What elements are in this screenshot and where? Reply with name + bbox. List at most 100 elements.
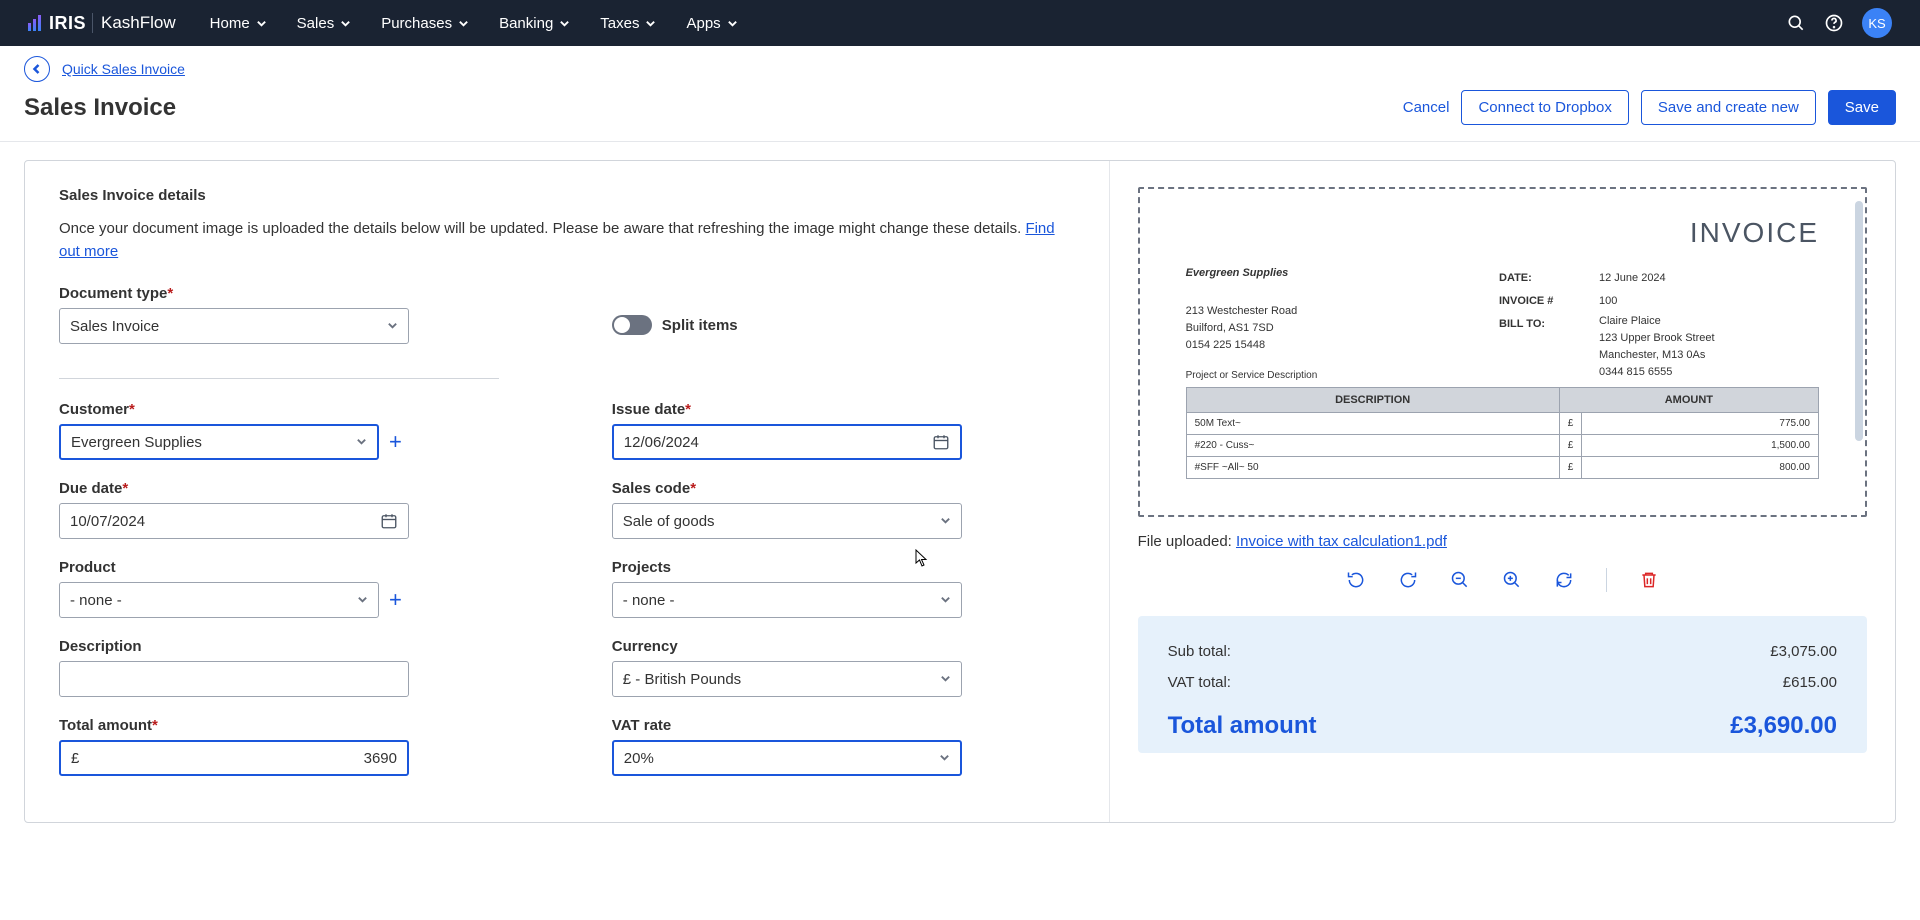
projects-select[interactable]: - none - [612, 582, 962, 618]
chevron-down-icon [256, 18, 267, 29]
doc-type-select[interactable]: Sales Invoice [59, 308, 409, 344]
description-label: Description [59, 638, 522, 655]
page-actions: Cancel Connect to Dropbox Save and creat… [1403, 90, 1896, 125]
invoice-title: INVOICE [1186, 217, 1819, 249]
customer-label: Customer* [59, 401, 522, 418]
totals-box: Sub total: £3,075.00 VAT total: £615.00 To… [1138, 616, 1867, 753]
total-amount-input[interactable]: £ 3690 [59, 740, 409, 776]
nav-items: Home Sales Purchases Banking Taxes Apps [210, 15, 738, 32]
split-items-label: Split items [662, 317, 738, 334]
caret-down-icon [357, 592, 368, 609]
add-customer-button[interactable]: + [389, 429, 402, 455]
subtotal-value: £3,075.00 [1770, 643, 1837, 660]
due-date-label: Due date* [59, 480, 522, 497]
nav-item-sales[interactable]: Sales [297, 15, 352, 32]
zoom-out-icon[interactable] [1450, 570, 1470, 590]
delete-icon[interactable] [1639, 570, 1659, 590]
nav-item-banking[interactable]: Banking [499, 15, 570, 32]
help-text: Once your document image is uploaded the… [59, 218, 1075, 263]
chevron-down-icon [559, 18, 570, 29]
invoice-bill-to: Claire Plaice 123 Upper Brook Street Man… [1599, 313, 1819, 381]
preview-panel: INVOICE Evergreen Supplies 213 Westchest… [1110, 161, 1895, 822]
nav-item-taxes[interactable]: Taxes [600, 15, 656, 32]
scrollbar[interactable] [1855, 201, 1863, 441]
document-preview[interactable]: INVOICE Evergreen Supplies 213 Westchest… [1138, 187, 1867, 517]
customer-select[interactable]: Evergreen Supplies [59, 424, 379, 460]
table-row: #SFF ~All~ 50£800.00 [1186, 457, 1818, 479]
back-button[interactable] [24, 56, 50, 82]
chevron-down-icon [645, 18, 656, 29]
total-amount-label: Total amount* [59, 717, 522, 734]
description-input[interactable] [59, 661, 409, 697]
vat-rate-select[interactable]: 20% [612, 740, 962, 776]
save-create-new-button[interactable]: Save and create new [1641, 90, 1816, 125]
caret-down-icon [940, 513, 951, 530]
bars-icon [28, 15, 41, 31]
preview-toolbar [1138, 568, 1867, 592]
section-title: Sales Invoice details [59, 187, 1075, 204]
breadcrumb: Quick Sales Invoice [24, 56, 1896, 82]
invoice-company: Evergreen Supplies [1186, 267, 1499, 279]
top-nav: IRIS KashFlow Home Sales Purchases Banki… [0, 0, 1920, 46]
total-amount-value: £3,690.00 [1730, 712, 1837, 740]
card: Sales Invoice details Once your document… [24, 160, 1896, 823]
sales-code-select[interactable]: Sale of goods [612, 503, 962, 539]
vat-rate-label: VAT rate [612, 717, 1075, 734]
doc-type-label: Document type* [59, 285, 522, 302]
page-title: Sales Invoice [24, 94, 176, 122]
brand-iris: IRIS [49, 13, 86, 34]
table-row: #220 - Cuss~£1,500.00 [1186, 435, 1818, 457]
projects-label: Projects [612, 559, 1075, 576]
file-uploaded-info: File uploaded: Invoice with tax calculat… [1138, 533, 1867, 550]
add-product-button[interactable]: + [389, 587, 402, 613]
refresh-icon[interactable] [1554, 570, 1574, 590]
issue-date-label: Issue date* [612, 401, 1075, 418]
invoice-doc: INVOICE Evergreen Supplies 213 Westchest… [1140, 189, 1865, 489]
total-amount-label: Total amount [1168, 712, 1317, 740]
chevron-down-icon [340, 18, 351, 29]
main: Sales Invoice details Once your document… [0, 142, 1920, 841]
help-icon[interactable] [1824, 13, 1844, 33]
service-desc-label: Project or Service Description [1186, 370, 1499, 381]
caret-down-icon [939, 750, 950, 767]
currency-select[interactable]: £ - British Pounds [612, 661, 962, 697]
caret-down-icon [356, 434, 367, 451]
sales-code-label: Sales code* [612, 480, 1075, 497]
product-label: Product [59, 559, 522, 576]
issue-date-input[interactable]: 12/06/2024 [612, 424, 962, 460]
product-select[interactable]: - none - [59, 582, 379, 618]
nav-item-home[interactable]: Home [210, 15, 267, 32]
save-button[interactable]: Save [1828, 90, 1896, 125]
brand-logo[interactable]: IRIS KashFlow [28, 13, 176, 34]
rotate-left-icon[interactable] [1346, 570, 1366, 590]
sub-header: Quick Sales Invoice Sales Invoice Cancel… [0, 46, 1920, 142]
invoice-line-items: DESCRIPTIONAMOUNT 50M Text~£775.00 #220 … [1186, 387, 1819, 479]
breadcrumb-link[interactable]: Quick Sales Invoice [62, 61, 185, 77]
subtotal-label: Sub total: [1168, 643, 1231, 660]
brand-kashflow: KashFlow [92, 13, 176, 33]
nav-item-apps[interactable]: Apps [686, 15, 737, 32]
invoice-from-address: 213 Westchester Road Builford, AS1 7SD 0… [1186, 303, 1499, 354]
divider [1606, 568, 1607, 592]
chevron-left-icon [31, 63, 43, 75]
vat-total-label: VAT total: [1168, 674, 1231, 691]
cancel-link[interactable]: Cancel [1403, 99, 1450, 116]
vat-total-value: £615.00 [1783, 674, 1837, 691]
file-link[interactable]: Invoice with tax calculation1.pdf [1236, 533, 1447, 550]
form-panel: Sales Invoice details Once your document… [25, 161, 1110, 822]
caret-down-icon [940, 592, 951, 609]
nav-right: KS [1786, 8, 1892, 38]
caret-down-icon [387, 318, 398, 335]
table-row: 50M Text~£775.00 [1186, 413, 1818, 435]
nav-item-purchases[interactable]: Purchases [381, 15, 469, 32]
search-icon[interactable] [1786, 13, 1806, 33]
due-date-input[interactable]: 10/07/2024 [59, 503, 409, 539]
rotate-right-icon[interactable] [1398, 570, 1418, 590]
split-items-toggle[interactable] [612, 315, 652, 335]
user-avatar[interactable]: KS [1862, 8, 1892, 38]
currency-label: Currency [612, 638, 1075, 655]
caret-down-icon [940, 671, 951, 688]
connect-dropbox-button[interactable]: Connect to Dropbox [1461, 90, 1628, 125]
zoom-in-icon[interactable] [1502, 570, 1522, 590]
chevron-down-icon [727, 18, 738, 29]
